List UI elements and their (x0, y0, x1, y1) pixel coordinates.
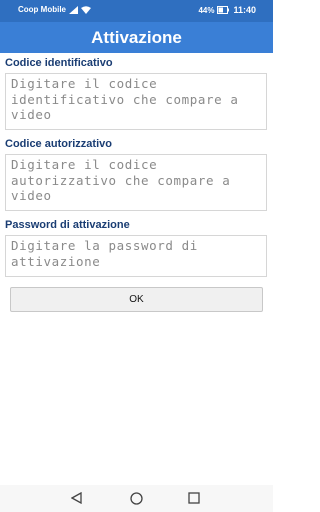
codice-identificativo-label: Codice identificativo (5, 57, 113, 69)
recents-icon[interactable] (188, 492, 200, 504)
password-attivazione-label: Password di attivazione (5, 219, 130, 231)
codice-autorizzativo-label: Codice autorizzativo (5, 138, 112, 150)
status-bar: Coop Mobile 44% 11:40 (0, 0, 273, 22)
status-right: 44% 11:40 (198, 5, 256, 15)
codice-identificativo-input[interactable] (5, 73, 267, 130)
ok-button[interactable]: OK (10, 287, 263, 312)
home-icon[interactable] (130, 492, 143, 505)
wifi-icon (81, 5, 91, 14)
battery-icon (217, 6, 230, 14)
page-title: Attivazione (91, 27, 182, 47)
codice-autorizzativo-input[interactable] (5, 154, 267, 211)
password-attivazione-input[interactable] (5, 235, 267, 277)
app-bar: Attivazione (0, 22, 273, 53)
status-left: Coop Mobile (18, 5, 91, 14)
carrier-name: Coop Mobile (18, 5, 66, 14)
signal-icon (69, 5, 78, 14)
battery-percent: 44% (198, 5, 215, 15)
clock: 11:40 (233, 5, 256, 15)
navigation-bar (0, 485, 273, 512)
back-icon[interactable] (71, 492, 82, 504)
